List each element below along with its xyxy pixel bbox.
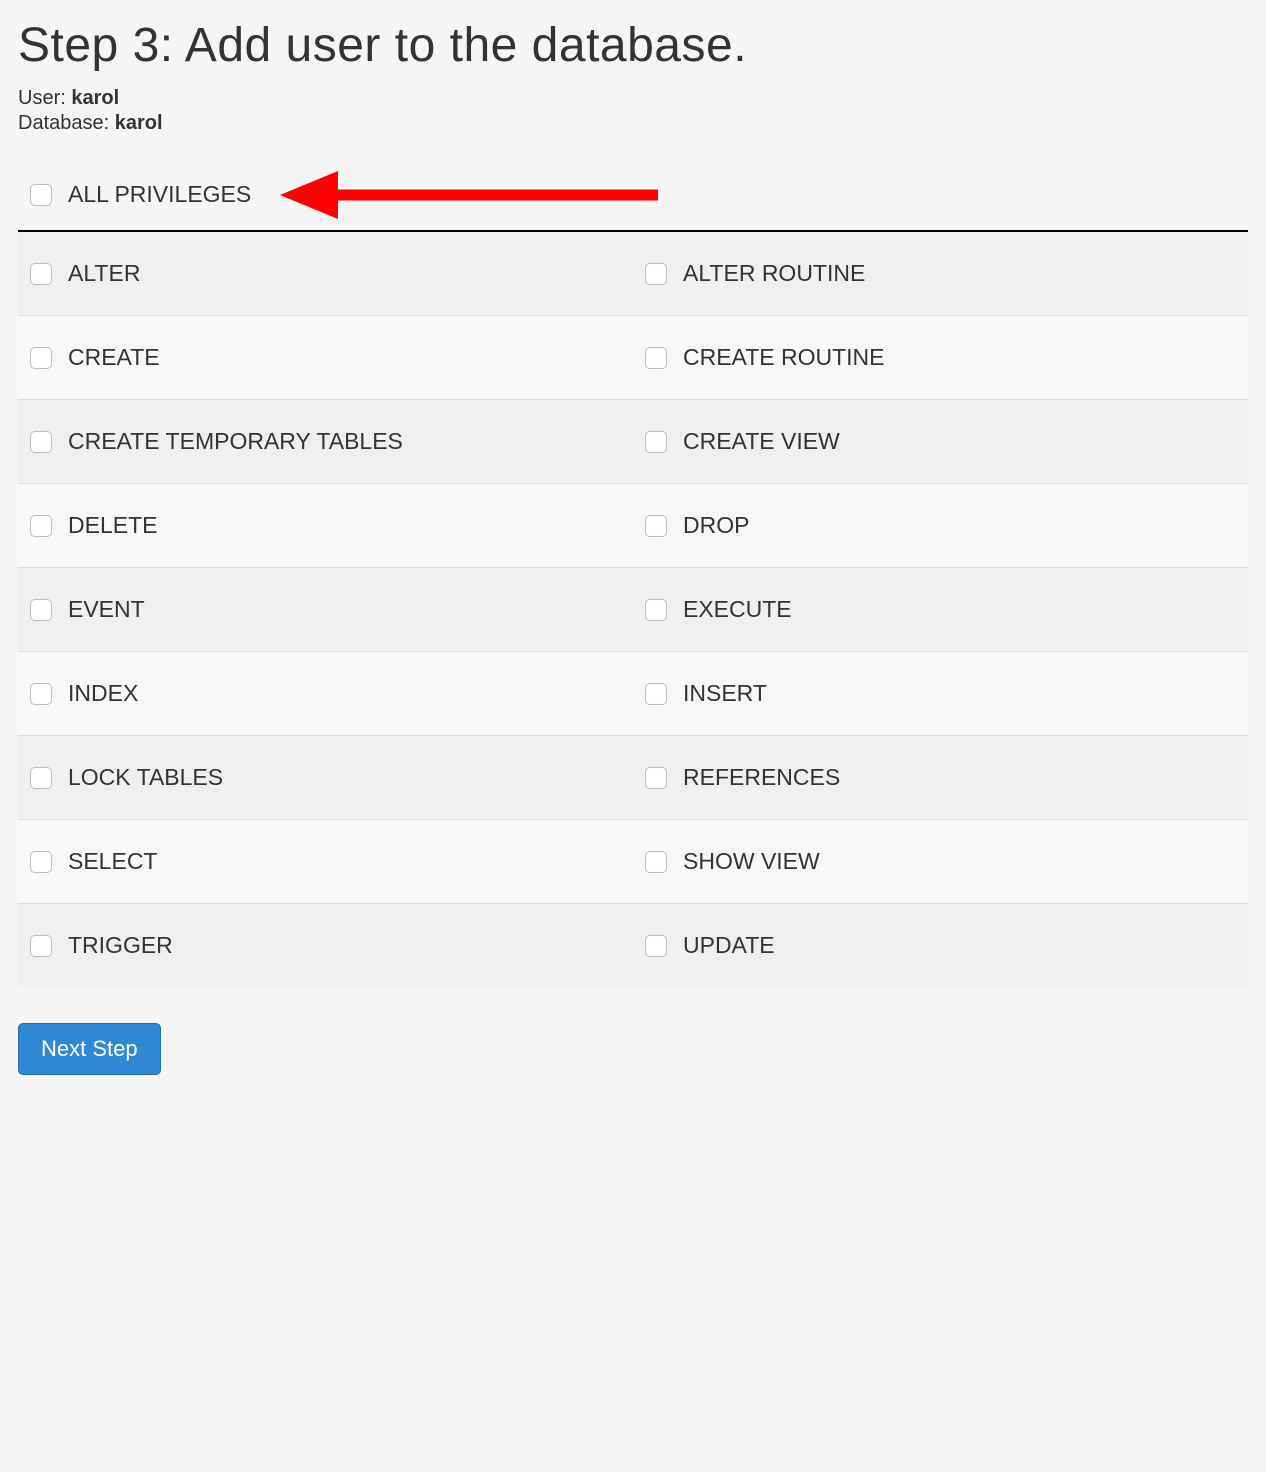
user-value: karol (71, 87, 119, 109)
privilege-checkbox[interactable] (645, 935, 667, 957)
privilege-cell[interactable]: ALTER (18, 232, 633, 315)
privilege-row: TRIGGER UPDATE (18, 904, 1248, 987)
privilege-row: CREATE CREATE ROUTINE (18, 316, 1248, 400)
privilege-cell[interactable]: DROP (633, 484, 1248, 567)
all-privileges-row[interactable]: ALL PRIVILEGES (30, 181, 1236, 208)
privileges-table: ALTERALTER ROUTINECREATECREATE ROUTINECR… (18, 232, 1248, 987)
privilege-cell[interactable]: SELECT (18, 820, 633, 903)
privilege-cell[interactable]: DELETE (18, 484, 633, 567)
next-step-button[interactable]: Next Step (18, 1023, 161, 1075)
privilege-checkbox[interactable] (30, 935, 52, 957)
privilege-checkbox[interactable] (30, 431, 52, 453)
privilege-label[interactable]: CREATE ROUTINE (683, 344, 884, 371)
privilege-row: EVENT EXECUTE (18, 568, 1248, 652)
privilege-label[interactable]: EVENT (68, 596, 145, 623)
privilege-checkbox[interactable] (645, 347, 667, 369)
database-label: Database: (18, 112, 115, 134)
privilege-checkbox[interactable] (30, 599, 52, 621)
all-privileges-label[interactable]: ALL PRIVILEGES (68, 181, 251, 208)
all-privileges-checkbox[interactable] (30, 184, 52, 206)
privilege-cell[interactable]: EXECUTE (633, 568, 1248, 651)
privilege-label[interactable]: ALTER ROUTINE (683, 260, 865, 287)
privilege-checkbox[interactable] (30, 851, 52, 873)
privilege-cell[interactable]: INDEX (18, 652, 633, 735)
privilege-label[interactable]: INDEX (68, 680, 138, 707)
privilege-label[interactable]: CREATE TEMPORARY TABLES (68, 428, 403, 455)
privilege-cell[interactable]: REFERENCES (633, 736, 1248, 819)
privilege-cell[interactable]: UPDATE (633, 904, 1248, 987)
privilege-cell[interactable]: EVENT (18, 568, 633, 651)
privilege-checkbox[interactable] (645, 683, 667, 705)
page-title: Step 3: Add user to the database. (18, 18, 1248, 73)
user-label: User: (18, 87, 71, 109)
privilege-label[interactable]: ALTER (68, 260, 140, 287)
privilege-label[interactable]: DELETE (68, 512, 157, 539)
privilege-checkbox[interactable] (645, 263, 667, 285)
privilege-cell[interactable]: LOCK TABLES (18, 736, 633, 819)
privilege-label[interactable]: CREATE (68, 344, 160, 371)
privilege-cell[interactable]: TRIGGER (18, 904, 633, 987)
privilege-checkbox[interactable] (645, 599, 667, 621)
privilege-label[interactable]: DROP (683, 512, 749, 539)
privilege-label[interactable]: INSERT (683, 680, 767, 707)
privilege-cell[interactable]: INSERT (633, 652, 1248, 735)
privilege-checkbox[interactable] (30, 347, 52, 369)
privilege-row: ALTER ALTER ROUTINE (18, 232, 1248, 316)
privilege-checkbox[interactable] (30, 767, 52, 789)
privilege-cell[interactable]: CREATE ROUTINE (633, 316, 1248, 399)
privilege-checkbox[interactable] (30, 683, 52, 705)
user-line: User: karol (18, 87, 1248, 110)
privilege-row: CREATE TEMPORARY TABLES CREATE VIEW (18, 400, 1248, 484)
privilege-cell[interactable]: CREATE VIEW (633, 400, 1248, 483)
privilege-label[interactable]: SHOW VIEW (683, 848, 820, 875)
privilege-cell[interactable]: CREATE (18, 316, 633, 399)
privilege-row: SELECT SHOW VIEW (18, 820, 1248, 904)
privilege-checkbox[interactable] (645, 851, 667, 873)
database-value: karol (115, 112, 163, 134)
privilege-label[interactable]: TRIGGER (68, 932, 173, 959)
privilege-label[interactable]: UPDATE (683, 932, 775, 959)
privilege-label[interactable]: SELECT (68, 848, 157, 875)
privilege-checkbox[interactable] (645, 515, 667, 537)
privilege-checkbox[interactable] (30, 263, 52, 285)
page-container: Step 3: Add user to the database. User: … (18, 18, 1248, 1075)
privilege-row: LOCK TABLES REFERENCES (18, 736, 1248, 820)
privilege-row: DELETE DROP (18, 484, 1248, 568)
all-privileges-block: ALL PRIVILEGES (18, 145, 1248, 232)
privilege-checkbox[interactable] (645, 767, 667, 789)
privilege-checkbox[interactable] (645, 431, 667, 453)
privilege-cell[interactable]: SHOW VIEW (633, 820, 1248, 903)
privilege-cell[interactable]: ALTER ROUTINE (633, 232, 1248, 315)
privilege-label[interactable]: CREATE VIEW (683, 428, 840, 455)
privilege-checkbox[interactable] (30, 515, 52, 537)
privilege-row: INDEX INSERT (18, 652, 1248, 736)
privilege-label[interactable]: LOCK TABLES (68, 764, 223, 791)
privilege-label[interactable]: REFERENCES (683, 764, 840, 791)
privilege-label[interactable]: EXECUTE (683, 596, 792, 623)
database-line: Database: karol (18, 112, 1248, 135)
privilege-cell[interactable]: CREATE TEMPORARY TABLES (18, 400, 633, 483)
